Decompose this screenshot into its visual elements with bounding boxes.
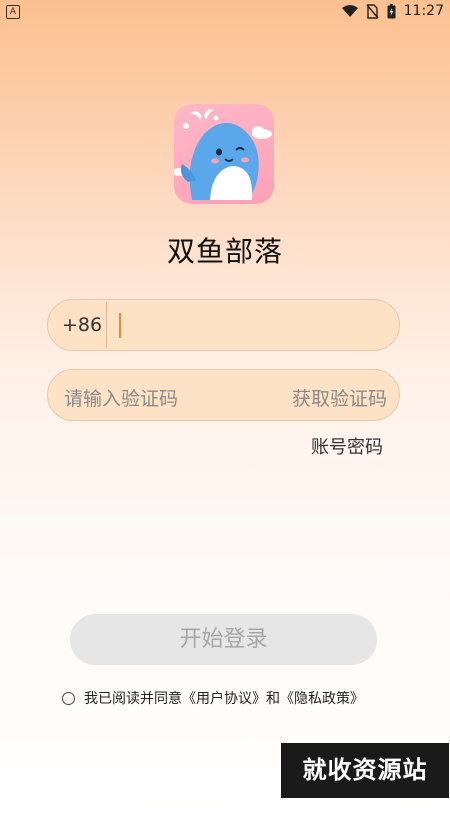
country-code-selector[interactable]: +86 (62, 314, 102, 336)
password-login-link[interactable]: 账号密码 (311, 433, 383, 459)
status-icons: 11:27 (341, 3, 444, 19)
text-cursor (119, 313, 121, 338)
verification-code-input[interactable]: 请输入验证码 获取验证码 (47, 369, 400, 421)
agreement-text: 我已阅读并同意《用户协议》和《隐私政策》 (84, 691, 364, 707)
no-sim-icon (366, 3, 379, 19)
phone-input[interactable]: +86 (47, 299, 400, 351)
agreement-row[interactable]: 我已阅读并同意《用户协议》和《隐私政策》 (62, 688, 364, 708)
login-button[interactable]: 开始登录 (70, 614, 377, 665)
get-code-button[interactable]: 获取验证码 (292, 384, 387, 411)
status-app-badge: A (6, 5, 20, 19)
status-bar: A 11:27 (0, 0, 450, 24)
battery-icon (387, 3, 396, 18)
whale-mascot-icon (174, 109, 272, 200)
code-placeholder: 请输入验证码 (64, 388, 179, 410)
app-title: 双鱼部落 (166, 235, 283, 268)
app-logo (174, 104, 274, 204)
field-divider (106, 302, 107, 348)
wifi-icon (341, 4, 358, 17)
status-time: 11:27 (403, 3, 444, 19)
agreement-radio[interactable] (62, 691, 75, 705)
watermark-banner: 就收资源站 (281, 743, 449, 798)
